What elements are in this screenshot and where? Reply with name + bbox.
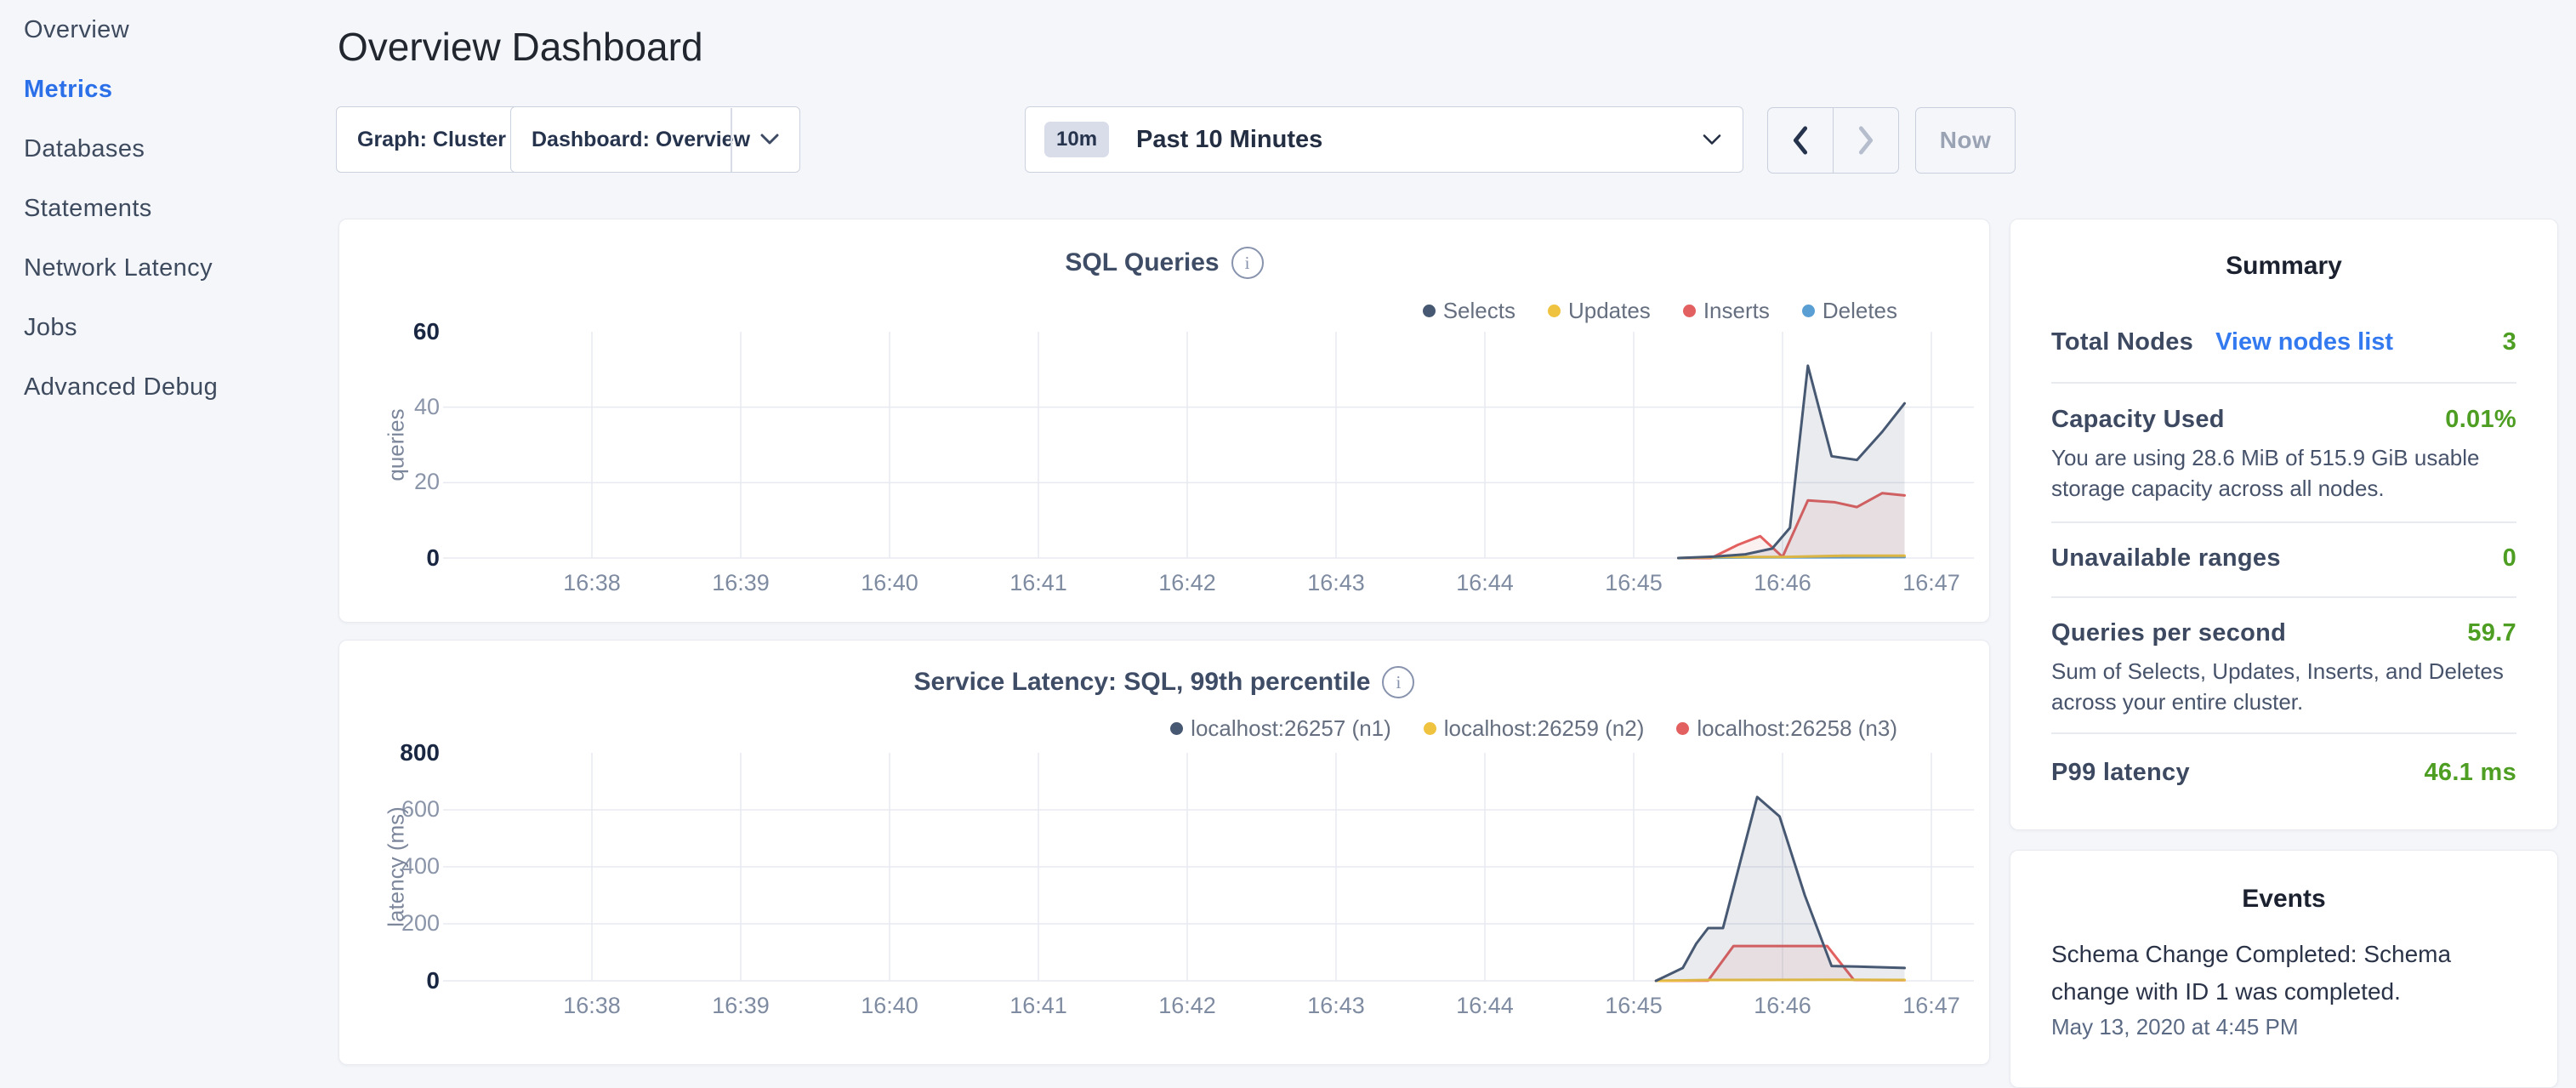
summary-label: P99 latency — [2051, 759, 2190, 787]
chevron-right-icon — [1851, 123, 1880, 157]
summary-value: 0.01% — [2445, 406, 2516, 434]
summary-value: 0 — [2503, 544, 2516, 572]
sidebar-item-statements[interactable]: Statements — [24, 179, 330, 238]
x-tick-label: 16:44 — [1425, 993, 1544, 1019]
now-button[interactable]: Now — [1915, 107, 2016, 174]
summary-row-unavailable-ranges: Unavailable ranges 0 — [2051, 544, 2516, 572]
sidebar-item-jobs[interactable]: Jobs — [24, 298, 330, 357]
divider — [2051, 732, 2516, 734]
x-tick-label: 16:39 — [681, 570, 800, 596]
y-tick-label: 0 — [355, 544, 440, 572]
summary-row-capacity-used: Capacity Used 0.01% — [2051, 406, 2516, 434]
summary-label: Queries per second — [2051, 619, 2286, 647]
x-tick-label: 16:46 — [1723, 570, 1842, 596]
summary-label: Unavailable ranges — [2051, 544, 2281, 572]
summary-value: 46.1 ms — [2424, 759, 2516, 787]
sidebar-item-metrics[interactable]: Metrics — [24, 60, 330, 119]
summary-row-p99-latency: P99 latency 46.1 ms — [2051, 759, 2516, 787]
x-tick-label: 16:44 — [1425, 570, 1544, 596]
time-range-label: Past 10 Minutes — [1136, 126, 1322, 154]
dashboard-dropdown-label: Dashboard: Overview — [532, 128, 750, 152]
summary-panel: Summary Total Nodes View nodes list 3 Ca… — [2010, 219, 2558, 830]
x-tick-label: 16:45 — [1574, 993, 1693, 1019]
x-tick-label: 16:39 — [681, 993, 800, 1019]
events-panel: Events Schema Change Completed: Schema c… — [2010, 850, 2558, 1088]
x-tick-label: 16:40 — [830, 993, 949, 1019]
events-title: Events — [2010, 885, 2557, 914]
x-tick-label: 16:43 — [1277, 570, 1396, 596]
time-range-dropdown[interactable]: 10m Past 10 Minutes — [1025, 106, 1743, 173]
time-range-badge: 10m — [1044, 122, 1109, 157]
sidebar: Overview Metrics Databases Statements Ne… — [24, 0, 330, 417]
x-tick-label: 16:41 — [979, 993, 1098, 1019]
page-title: Overview Dashboard — [338, 24, 703, 70]
event-message: Schema Change Completed: Schema change w… — [2051, 936, 2500, 1011]
x-tick-label: 16:38 — [532, 993, 651, 1019]
sql-queries-chart-card: SQL Queries i SelectsUpdatesInsertsDelet… — [338, 219, 1990, 623]
summary-description: You are using 28.6 MiB of 515.9 GiB usab… — [2051, 442, 2521, 504]
summary-label: Capacity Used — [2051, 406, 2225, 434]
chart-canvas[interactable] — [339, 219, 1991, 624]
chevron-down-icon — [1702, 134, 1722, 146]
summary-description: Sum of Selects, Updates, Inserts, and De… — [2051, 656, 2521, 717]
service-latency-chart-card: Service Latency: SQL, 99th percentile i … — [338, 640, 1990, 1065]
summary-value: 59.7 — [2467, 619, 2516, 647]
toolbar-divider — [731, 108, 732, 172]
summary-row-queries-per-second: Queries per second 59.7 — [2051, 619, 2516, 647]
dashboard-dropdown[interactable]: Dashboard: Overview — [510, 106, 800, 173]
summary-title: Summary — [2010, 252, 2557, 281]
summary-label: Total Nodes — [2051, 328, 2193, 356]
time-forward-button[interactable] — [1833, 108, 1898, 173]
divider — [2051, 596, 2516, 598]
x-tick-label: 16:45 — [1574, 570, 1693, 596]
x-tick-label: 16:47 — [1872, 570, 1991, 596]
y-axis-title: latency (ms) — [384, 806, 410, 927]
summary-row-total-nodes: Total Nodes View nodes list 3 — [2051, 328, 2516, 356]
sidebar-item-network-latency[interactable]: Network Latency — [24, 238, 330, 298]
divider — [2051, 521, 2516, 523]
time-step-buttons — [1767, 107, 1899, 174]
x-tick-label: 16:38 — [532, 570, 651, 596]
x-tick-label: 16:42 — [1128, 570, 1247, 596]
y-tick-label: 60 — [355, 318, 440, 345]
y-tick-label: 800 — [355, 739, 440, 766]
y-tick-label: 0 — [355, 967, 440, 994]
summary-value: 3 — [2503, 328, 2516, 356]
time-back-button[interactable] — [1768, 108, 1833, 173]
sidebar-item-advanced-debug[interactable]: Advanced Debug — [24, 357, 330, 417]
graph-scope-dropdown-label: Graph: Cluster — [357, 128, 506, 152]
chevron-down-icon — [760, 134, 779, 145]
x-tick-label: 16:47 — [1872, 993, 1991, 1019]
x-tick-label: 16:43 — [1277, 993, 1396, 1019]
x-tick-label: 16:42 — [1128, 993, 1247, 1019]
y-axis-title: queries — [384, 408, 410, 481]
sidebar-item-databases[interactable]: Databases — [24, 119, 330, 179]
chevron-left-icon — [1786, 123, 1815, 157]
view-nodes-list-link[interactable]: View nodes list — [2215, 328, 2393, 356]
x-tick-label: 16:46 — [1723, 993, 1842, 1019]
event-timestamp: May 13, 2020 at 4:45 PM — [2051, 1014, 2299, 1040]
x-tick-label: 16:41 — [979, 570, 1098, 596]
sidebar-item-overview[interactable]: Overview — [24, 0, 330, 60]
x-tick-label: 16:40 — [830, 570, 949, 596]
divider — [2051, 382, 2516, 384]
